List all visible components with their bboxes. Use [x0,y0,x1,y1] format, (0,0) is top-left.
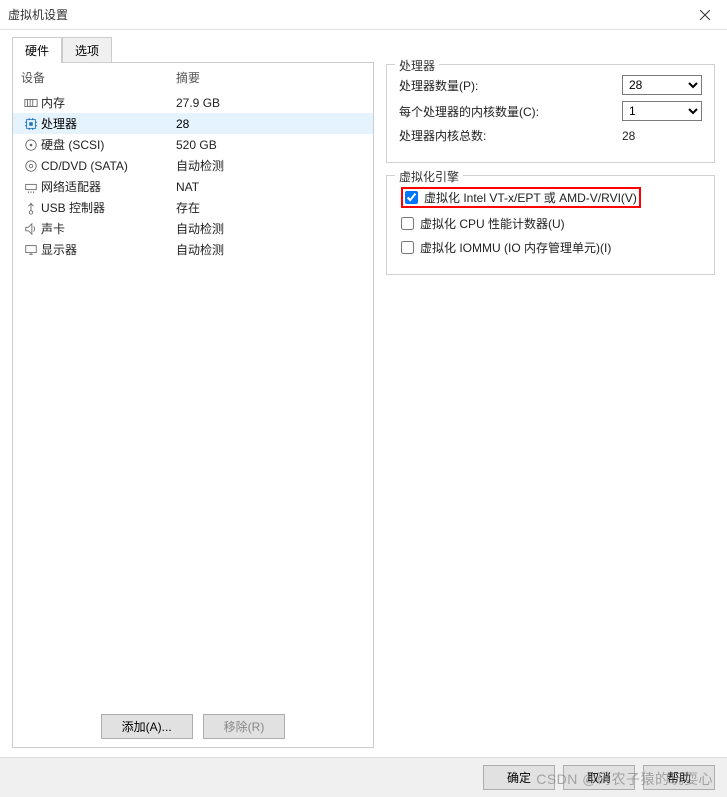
close-button[interactable] [682,0,727,30]
iommu-label[interactable]: 虚拟化 IOMMU (IO 内存管理单元)(I) [420,239,611,256]
cd-icon [21,159,41,173]
hardware-list-panel: 设备 摘要 内存27.9 GB处理器28硬盘 (SCSI)520 GBCD/DV… [12,62,374,748]
sound-icon [21,222,41,236]
perf-label[interactable]: 虚拟化 CPU 性能计数器(U) [420,215,565,232]
hardware-name: 处理器 [41,115,176,132]
hardware-summary: 520 GB [176,138,217,152]
header-device: 设备 [21,69,176,86]
hardware-summary: NAT [176,180,199,194]
processor-group: 处理器 处理器数量(P): 28 每个处理器的内核数量(C): 1 处理器内核总… [386,64,715,163]
virtualization-legend: 虚拟化引擎 [395,168,463,185]
bottom-bar: 确定 取消 帮助 [0,757,727,797]
ok-button[interactable]: 确定 [483,765,555,790]
network-icon [21,180,41,194]
hardware-row[interactable]: 内存27.9 GB [13,92,373,113]
cores-per-label: 每个处理器的内核数量(C): [399,103,614,120]
add-button[interactable]: 添加(A)... [101,714,193,739]
hardware-name: CD/DVD (SATA) [41,159,176,173]
hardware-summary: 28 [176,117,189,131]
total-cores-value: 28 [622,129,702,143]
close-icon [700,10,710,20]
vt-label[interactable]: 虚拟化 Intel VT-x/EPT 或 AMD-V/RVI(V) [424,189,637,206]
iommu-checkbox[interactable] [401,241,414,254]
total-cores-label: 处理器内核总数: [399,127,614,144]
tab-hardware[interactable]: 硬件 [12,37,62,63]
hardware-name: USB 控制器 [41,199,176,216]
hardware-summary: 自动检测 [176,157,224,174]
hardware-row[interactable]: CD/DVD (SATA)自动检测 [13,155,373,176]
hardware-name: 内存 [41,94,176,111]
hardware-row[interactable]: 显示器自动检测 [13,239,373,260]
perf-checkbox[interactable] [401,217,414,230]
cpu-icon [21,117,41,131]
hardware-list: 内存27.9 GB处理器28硬盘 (SCSI)520 GBCD/DVD (SAT… [13,92,373,706]
virtualization-group: 虚拟化引擎 虚拟化 Intel VT-x/EPT 或 AMD-V/RVI(V) … [386,175,715,275]
cancel-button[interactable]: 取消 [563,765,635,790]
titlebar: 虚拟机设置 [0,0,727,30]
display-icon [21,243,41,257]
hardware-name: 硬盘 (SCSI) [41,136,176,153]
hardware-summary: 存在 [176,199,200,216]
vt-checkbox[interactable] [405,191,418,204]
hardware-row[interactable]: 声卡自动检测 [13,218,373,239]
hardware-summary: 自动检测 [176,220,224,237]
help-button[interactable]: 帮助 [643,765,715,790]
hardware-row[interactable]: 处理器28 [13,113,373,134]
remove-button[interactable]: 移除(R) [203,714,286,739]
hardware-row[interactable]: USB 控制器存在 [13,197,373,218]
processor-legend: 处理器 [395,57,439,74]
hardware-name: 显示器 [41,241,176,258]
header-summary: 摘要 [176,69,200,86]
hardware-summary: 自动检测 [176,241,224,258]
hardware-name: 网络适配器 [41,178,176,195]
vt-highlight: 虚拟化 Intel VT-x/EPT 或 AMD-V/RVI(V) [401,187,641,208]
num-processors-select[interactable]: 28 [622,75,702,95]
cores-per-select[interactable]: 1 [622,101,702,121]
hardware-list-header: 设备 摘要 [13,63,373,92]
hardware-row[interactable]: 网络适配器NAT [13,176,373,197]
tab-strip: 硬件 选项 [12,36,727,62]
tab-options[interactable]: 选项 [62,37,112,63]
disk-icon [21,138,41,152]
num-processors-label: 处理器数量(P): [399,77,614,94]
hardware-name: 声卡 [41,220,176,237]
usb-icon [21,201,41,215]
settings-panel: 处理器 处理器数量(P): 28 每个处理器的内核数量(C): 1 处理器内核总… [386,62,715,748]
hardware-row[interactable]: 硬盘 (SCSI)520 GB [13,134,373,155]
hardware-summary: 27.9 GB [176,96,220,110]
window-title: 虚拟机设置 [8,6,682,23]
memory-icon [21,96,41,110]
